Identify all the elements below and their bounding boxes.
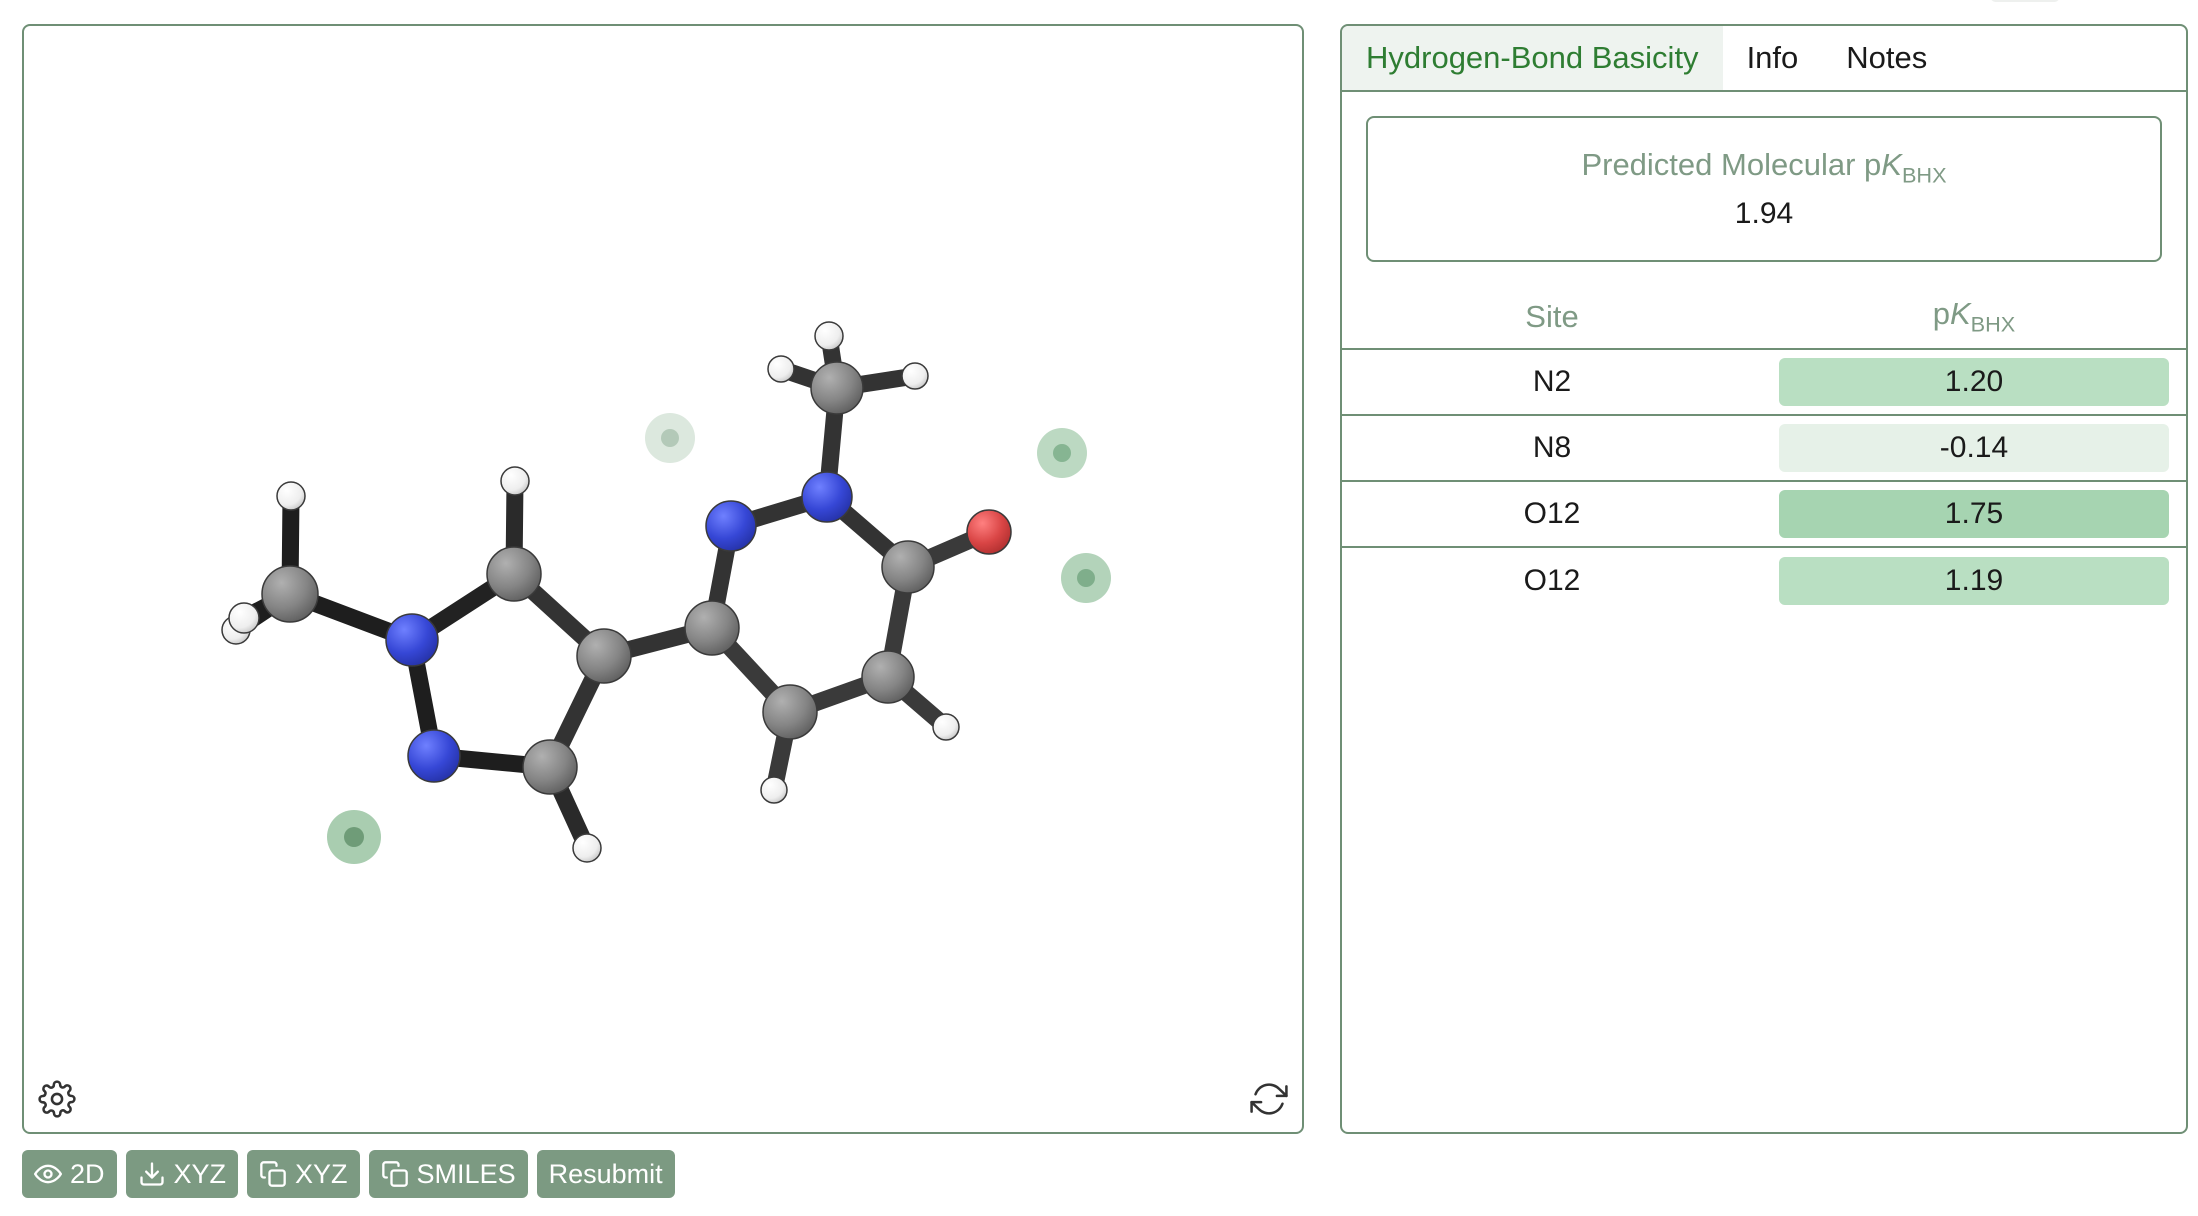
sites-table-body: N2 1.20 N8 -0.14 O12 1.75 O12 1.19 [1342,350,2186,614]
atom-nitrogen [801,471,853,523]
copy-xyz-label: XYZ [295,1158,348,1189]
atom-nitrogen [705,500,757,552]
pkbhx-value-cell: 1.75 [1779,490,2169,538]
view-2d-label: 2D [70,1158,105,1189]
settings-button[interactable] [36,1078,78,1120]
summary-title: Predicted Molecular pKBHX [1581,147,1946,189]
copy-icon [381,1161,408,1187]
download-icon [139,1162,164,1186]
copy-smiles-label: SMILES [416,1158,516,1189]
atom-hydrogen [572,833,602,863]
resubmit-button[interactable]: Resubmit [536,1150,675,1198]
atom-carbon [861,650,915,704]
molecular-pkbhx-card: Predicted Molecular pKBHX 1.94 [1366,116,2162,262]
atom-carbon [881,540,935,594]
reset-view-button[interactable] [1248,1078,1290,1120]
results-panel: Hydrogen-Bond Basicity Info Notes Predic… [1340,24,2188,1134]
atom-nitrogen [407,729,461,783]
atom-oxygen [966,509,1012,555]
atom-carbon [762,684,818,740]
molecule-viewer[interactable] [22,24,1304,1134]
panel-tabs: Hydrogen-Bond Basicity Info Notes [1342,26,2186,92]
summary-title-sub: BHX [1901,162,1947,188]
atom-carbon [522,739,578,795]
top-edge-tab [1990,0,2060,2]
download-xyz-label: XYZ [173,1158,227,1189]
pkbhx-header-p: p [1932,296,1950,332]
pkbhx-column-header: pKBHX [1762,296,2186,338]
atom-hydrogen [767,355,795,383]
atom-carbon [486,546,542,602]
tab-notes[interactable]: Notes [1822,26,1951,90]
summary-title-prefix: Predicted Molecular p [1581,147,1882,183]
table-row[interactable]: O12 1.75 [1342,482,2186,548]
pkbhx-header-sub: BHX [1970,311,2016,337]
summary-title-k: K [1881,147,1902,183]
molecular-pkbhx-value: 1.94 [1734,196,1794,230]
pkbhx-header-k: K [1949,296,1971,332]
atom-carbon [261,565,319,623]
atom-hydrogen [228,602,260,634]
atom-hydrogen [760,776,788,804]
atom-carbon [576,628,632,684]
copy-smiles-button[interactable]: SMILES [368,1150,528,1198]
site-marker [1061,553,1111,603]
site-cell: O12 [1523,497,1581,530]
table-row[interactable]: N2 1.20 [1342,350,2186,416]
pkbhx-value-cell: -0.14 [1779,424,2169,472]
tab-info[interactable]: Info [1723,26,1823,90]
atom-hydrogen [276,481,306,511]
viewer-toolbar: 2D XYZ XYZ SMILES Resubmit [22,1150,675,1198]
table-row[interactable]: O12 1.19 [1342,548,2186,614]
copy-icon [260,1161,286,1187]
atom-carbon [684,600,740,656]
eye-icon [34,1164,62,1184]
pkbhx-value-cell: 1.20 [1779,358,2169,406]
pkbhx-value-cell: 1.19 [1779,557,2169,605]
view-2d-button[interactable]: 2D [22,1150,117,1198]
site-marker [327,810,381,864]
atom-hydrogen [901,362,929,390]
site-cell: N2 [1532,365,1572,398]
atom-hydrogen [814,321,844,351]
atom-hydrogen [932,713,960,741]
copy-xyz-button[interactable]: XYZ [247,1150,360,1198]
atom-nitrogen [385,613,439,667]
site-column-header: Site [1525,299,1579,334]
site-cell: N8 [1532,431,1572,464]
site-marker [645,413,695,463]
sites-table-header: Site pKBHX [1342,286,2186,350]
refresh-icon [1250,1083,1288,1115]
atom-hydrogen [500,466,530,496]
resubmit-label: Resubmit [548,1158,663,1189]
molecule-canvas[interactable] [24,26,1304,1134]
tab-hydrogen-bond-basicity[interactable]: Hydrogen-Bond Basicity [1342,26,1723,90]
atom-carbon [810,361,864,415]
gear-icon [38,1080,76,1118]
site-marker [1037,428,1087,478]
site-cell: O12 [1523,564,1581,597]
table-row[interactable]: N8 -0.14 [1342,416,2186,482]
download-xyz-button[interactable]: XYZ [125,1150,239,1198]
